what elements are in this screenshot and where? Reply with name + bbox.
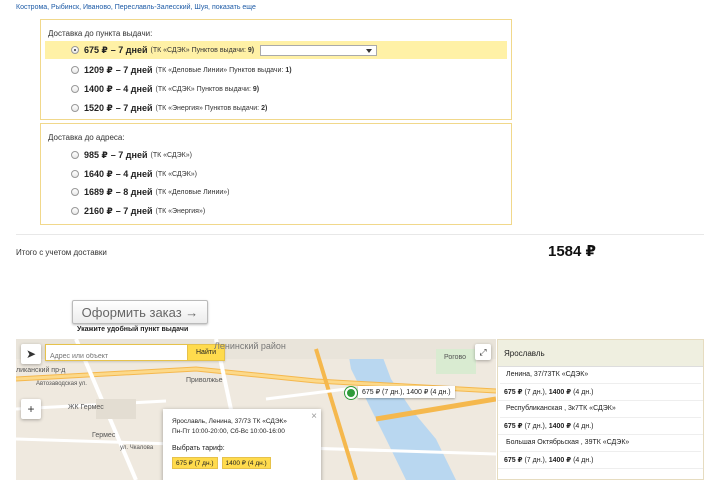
panel-city: Ярославль: [498, 340, 703, 367]
option-price: 1689 ₽: [84, 186, 113, 197]
map-label-station: Приволжье: [186, 377, 223, 384]
pickup-point-popup: × Ярославль, Ленина, 37/73 ТК «СДЭК» Пн-…: [163, 409, 321, 480]
divider: [16, 234, 704, 235]
option-price: 1520 ₽: [84, 102, 113, 113]
close-icon[interactable]: ×: [311, 411, 317, 422]
radio-button[interactable]: [71, 207, 79, 215]
option-price: 1400 ₽: [84, 83, 113, 94]
option-price: 1209 ₽: [84, 64, 113, 75]
popup-tariff-label: Выбрать тариф:: [172, 445, 225, 452]
pickup-delivery-box: Доставка до пункта выдачи: 675 ₽ – 7 дне…: [40, 19, 512, 120]
pickup-option[interactable]: 1209 ₽ – 7 дней (ТК «Деловые Линии» Пунк…: [45, 61, 507, 79]
map-label-poi: Гермес: [92, 432, 116, 439]
pickup-map[interactable]: ➤ Найти + ⤢ Ленинский район ликанский пр…: [16, 339, 496, 480]
pickup-point-prices: 675 ₽ (7 дн.), 1400 ₽ (4 дн.): [498, 384, 703, 401]
pickup-title: Доставка до пункта выдачи:: [48, 29, 153, 38]
radio-button[interactable]: [71, 104, 79, 112]
option-days: – 7 дней: [115, 206, 153, 216]
option-price: 1640 ₽: [84, 168, 113, 179]
map-label-poi: ЖК Гермес: [68, 404, 104, 411]
show-more-link[interactable]: показать еще: [212, 4, 256, 11]
option-days: – 7 дней: [110, 150, 148, 160]
option-carrier: (ТК «Деловые Линии»): [155, 188, 230, 196]
address-option[interactable]: 2160 ₽ – 7 дней (ТК «Энергия»): [45, 202, 507, 220]
option-price: 2160 ₽: [84, 205, 113, 216]
address-option[interactable]: 1689 ₽ – 8 дней (ТК «Деловые Линии»): [45, 183, 507, 201]
option-price: 675 ₽: [84, 44, 108, 55]
map-pin-icon[interactable]: [345, 387, 357, 399]
option-carrier: (ТК «Энергия» Пунктов выдачи: 2): [155, 104, 268, 112]
option-days: – 4 дней: [115, 84, 153, 94]
option-carrier: (ТК «Энергия»): [155, 207, 206, 215]
option-carrier: (ТК «СДЭК»): [155, 170, 198, 178]
map-label-district: Ленинский район: [214, 341, 286, 351]
option-days: – 7 дней: [115, 103, 153, 113]
radio-button[interactable]: [71, 85, 79, 93]
chevron-down-icon: [366, 48, 373, 53]
total-value: 1584 ₽: [548, 243, 596, 260]
option-days: – 7 дней: [110, 45, 148, 55]
pickup-point-select[interactable]: [260, 44, 378, 56]
map-search: Найти: [45, 344, 225, 364]
address-title: Доставка до адреса:: [48, 133, 125, 142]
map-label-street: ул. Чкалова: [120, 445, 154, 451]
radio-button[interactable]: [71, 188, 79, 196]
pickup-point-item[interactable]: Республиканская , 3к7ТК «СДЭК»: [500, 401, 701, 418]
option-price: 985 ₽: [84, 149, 108, 160]
total-label: Итого с учетом доставки: [16, 248, 107, 257]
pickup-points-panel: Ярославль Ленина, 37/73ТК «СДЭК» 675 ₽ (…: [497, 339, 704, 480]
popup-hours: Пн-Пт 10:00-20:00, Сб-Вс 10:00-16:00: [172, 428, 285, 435]
option-carrier: (ТК «СДЭК»): [150, 151, 192, 159]
address-delivery-box: Доставка до адреса: 985 ₽ – 7 дней (ТК «…: [40, 123, 512, 225]
pickup-option[interactable]: 675 ₽ – 7 дней (ТК «СДЭК» Пунктов выдачи…: [45, 41, 507, 59]
order-hint: Укажите удобный пункт выдачи: [77, 326, 189, 333]
pickup-point-item[interactable]: Ленина, 37/73ТК «СДЭК»: [500, 367, 701, 384]
map-label-street: Автозаводская ул.: [36, 381, 87, 387]
pickup-point-prices: 675 ₽ (7 дн.), 1400 ₽ (4 дн.): [498, 452, 703, 469]
fullscreen-icon[interactable]: ⤢: [475, 344, 491, 360]
pin-tooltip: 675 ₽ (7 дн.), 1400 ₽ (4 дн.): [358, 386, 455, 398]
option-days: – 8 дней: [115, 187, 153, 197]
option-carrier: (ТК «Деловые Линии» Пунктов выдачи: 1): [155, 66, 292, 74]
address-option[interactable]: 1640 ₽ – 4 дней (ТК «СДЭК»): [45, 165, 507, 183]
pickup-option[interactable]: 1520 ₽ – 7 дней (ТК «Энергия» Пунктов вы…: [45, 99, 507, 117]
map-search-input[interactable]: [46, 349, 186, 364]
radio-button[interactable]: [71, 46, 79, 54]
park: [436, 349, 476, 374]
tariff-button[interactable]: 675 ₽ (7 дн.): [172, 457, 218, 469]
address-option[interactable]: 985 ₽ – 7 дней (ТК «СДЭК»): [45, 146, 507, 164]
option-carrier: (ТК «СДЭК» Пунктов выдачи: 9): [155, 85, 260, 93]
option-days: – 4 дней: [115, 169, 153, 179]
option-carrier: (ТК «СДЭК» Пунктов выдачи: 9): [150, 46, 255, 54]
map-label-street: ликанский пр-д: [16, 367, 66, 374]
pickup-option[interactable]: 1400 ₽ – 4 дней (ТК «СДЭК» Пунктов выдач…: [45, 80, 507, 98]
place-order-button[interactable]: Оформить заказ →: [72, 300, 208, 324]
pickup-point-item[interactable]: Большая Октябрьская , 39ТК «СДЭК»: [500, 435, 701, 452]
radio-button[interactable]: [71, 66, 79, 74]
cities-line: Кострома, Рыбинск, Иваново, Переславль-З…: [16, 4, 256, 11]
tariff-button[interactable]: 1400 ₽ (4 дн.): [221, 457, 271, 469]
option-days: – 7 дней: [115, 65, 153, 75]
radio-button[interactable]: [71, 170, 79, 178]
cities-list[interactable]: Кострома, Рыбинск, Иваново, Переславль-З…: [16, 4, 210, 11]
locate-icon[interactable]: ➤: [21, 344, 41, 364]
map-label-place: Рогово: [444, 354, 467, 361]
radio-button[interactable]: [71, 151, 79, 159]
popup-address: Ярославль, Ленина, 37/73 ТК «СДЭК»: [172, 418, 287, 425]
pickup-point-prices: 675 ₽ (7 дн.), 1400 ₽ (4 дн.): [498, 418, 703, 435]
zoom-in-button[interactable]: +: [21, 399, 41, 419]
